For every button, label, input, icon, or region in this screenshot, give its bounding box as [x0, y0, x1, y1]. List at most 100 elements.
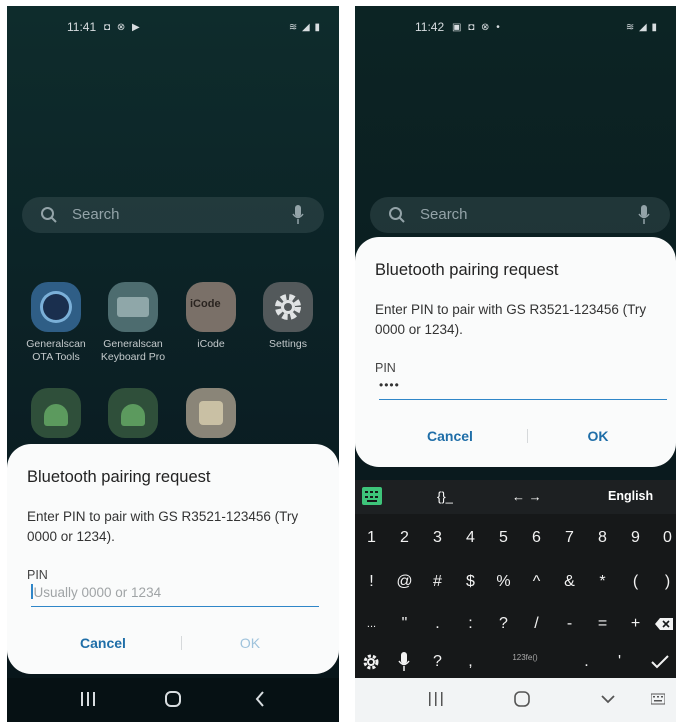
pin-input[interactable]: ••••	[379, 377, 667, 400]
keyboard-row-numbers: 1 2 3 4 5 6 7 8 9 0	[355, 518, 676, 558]
key-2[interactable]: 2	[388, 518, 421, 558]
app-label: Settings	[269, 338, 307, 350]
search-placeholder: Search	[72, 206, 120, 223]
bluetooth-pairing-dialog: Bluetooth pairing request Enter PIN to p…	[7, 444, 339, 674]
key-ampersand[interactable]: &	[553, 562, 586, 602]
cancel-button[interactable]: Cancel	[43, 635, 163, 651]
microphone-icon[interactable]	[292, 205, 304, 225]
microphone-icon[interactable]	[398, 652, 410, 672]
app-generalscan-ota-tools[interactable]: Generalscan OTA Tools	[20, 282, 92, 364]
key-4[interactable]: 4	[454, 518, 487, 558]
hide-keyboard-chevron-icon[interactable]	[600, 693, 616, 705]
key-apostrophe[interactable]: '	[603, 642, 636, 682]
search-bar[interactable]: Search	[22, 197, 324, 233]
key-question-bottom[interactable]: ?	[421, 642, 454, 682]
app-generalscan-keyboard-pro[interactable]: Generalscan Keyboard Pro	[97, 282, 169, 364]
home-icon[interactable]	[164, 690, 182, 708]
keyboard-toolbar: {}_ ← → English	[355, 480, 676, 514]
pin-placeholder: Usually 0000 or 1234	[33, 585, 162, 600]
pin-label: PIN	[27, 568, 48, 582]
key-at[interactable]: @	[388, 562, 421, 602]
key-exclamation[interactable]: !	[355, 562, 388, 602]
symbol-keyboard: {}_ ← → English 1 2 3 4 5 6 7 8 9 0 ! @ …	[355, 480, 676, 678]
android-icon	[108, 388, 158, 438]
dialog-message: Enter PIN to pair with GS R3521-123456 (…	[375, 302, 647, 337]
key-7[interactable]: 7	[553, 518, 586, 558]
key-dollar[interactable]: $	[454, 562, 487, 602]
status-time: 11:41	[67, 20, 97, 34]
key-period[interactable]: .	[421, 604, 454, 644]
cancel-button[interactable]: Cancel	[390, 428, 510, 444]
key-comma[interactable]: ,	[454, 642, 487, 682]
keyboard-settings-icon[interactable]	[362, 487, 382, 505]
key-question[interactable]: ?	[487, 604, 520, 644]
key-1[interactable]: 1	[355, 518, 388, 558]
keyboard-switch-icon[interactable]	[651, 693, 665, 705]
key-equals[interactable]: =	[586, 604, 619, 644]
ok-button[interactable]: OK	[190, 635, 310, 651]
recent-apps-icon[interactable]	[428, 690, 444, 708]
key-slash[interactable]: /	[520, 604, 553, 644]
android-icon	[31, 388, 81, 438]
key-8[interactable]: 8	[586, 518, 619, 558]
left-phone-screen: 11:41 ◘ ⊗ ▶ ≋ ◢ ▮ Search Generalscan OTA…	[7, 6, 339, 722]
key-9[interactable]: 9	[619, 518, 652, 558]
app-icode[interactable]: iCode	[175, 282, 247, 351]
navigation-bar	[355, 678, 676, 722]
keyboard-icon	[108, 282, 158, 332]
gear-icon[interactable]	[362, 653, 380, 671]
app-label: iCode	[197, 338, 225, 350]
generalscan-ota-icon	[31, 282, 81, 332]
pin-input[interactable]: Usually 0000 or 1234	[31, 584, 319, 607]
app-label: Generalscan Keyboard Pro	[100, 338, 166, 363]
dialog-message: Enter PIN to pair with GS R3521-123456 (…	[27, 509, 299, 544]
app-bluetooth-device[interactable]	[175, 388, 247, 444]
key-colon[interactable]: :	[454, 604, 487, 644]
key-caret[interactable]: ^	[520, 562, 553, 602]
app-settings[interactable]: Settings	[252, 282, 324, 351]
backspace-icon[interactable]	[654, 617, 674, 631]
search-placeholder: Search	[420, 206, 468, 223]
app-android-2[interactable]	[97, 388, 169, 444]
microphone-icon[interactable]	[638, 205, 650, 225]
key-minus[interactable]: -	[553, 604, 586, 644]
status-signal-icons: ≋ ◢ ▮	[625, 22, 658, 33]
back-icon[interactable]	[254, 690, 266, 708]
gear-icon	[263, 282, 313, 332]
app-android-1[interactable]	[20, 388, 92, 444]
home-icon[interactable]	[513, 690, 531, 708]
status-signal-icons: ≋ ◢ ▮	[288, 22, 321, 33]
key-0[interactable]: 0	[651, 518, 676, 558]
key-quote[interactable]: "	[388, 604, 421, 644]
search-bar[interactable]: Search	[370, 197, 670, 233]
key-open-paren[interactable]: (	[619, 562, 652, 602]
search-icon	[389, 207, 405, 223]
key-asterisk[interactable]: *	[586, 562, 619, 602]
pin-label: PIN	[375, 361, 396, 375]
status-bar: 11:42 ▣ ◘ ⊗ • ≋ ◢ ▮	[355, 20, 676, 38]
text-caret	[31, 584, 33, 599]
app-label: Generalscan OTA Tools	[26, 338, 86, 363]
key-3[interactable]: 3	[421, 518, 454, 558]
key-hash[interactable]: #	[421, 562, 454, 602]
key-close-paren[interactable]: )	[651, 562, 676, 602]
status-notification-icons: ▣ ◘ ⊗ •	[452, 22, 502, 33]
key-5[interactable]: 5	[487, 518, 520, 558]
navigation-bar	[7, 678, 339, 722]
bluetooth-device-icon	[186, 388, 236, 438]
ok-button[interactable]: OK	[538, 428, 658, 444]
checkmark-enter-icon[interactable]	[650, 654, 670, 670]
cursor-arrows[interactable]: ← →	[512, 489, 542, 504]
language-label[interactable]: English	[608, 489, 653, 503]
search-icon	[41, 207, 57, 223]
key-more-symbols[interactable]: ...	[355, 604, 388, 644]
space-bar[interactable]: 123fe()	[490, 642, 560, 674]
key-6[interactable]: 6	[520, 518, 553, 558]
status-time: 11:42	[415, 20, 445, 34]
key-plus[interactable]: +	[619, 604, 652, 644]
key-percent[interactable]: %	[487, 562, 520, 602]
key-period-bottom[interactable]: .	[570, 642, 603, 682]
recent-apps-icon[interactable]	[80, 690, 96, 708]
braces-key[interactable]: {}_	[437, 489, 453, 504]
status-notification-icons: ◘ ⊗ ▶	[104, 22, 142, 33]
